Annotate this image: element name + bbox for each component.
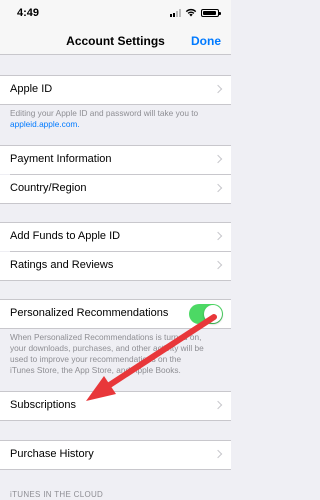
- ratings-and-reviews-row[interactable]: Ratings and Reviews: [0, 252, 231, 280]
- add-funds-label: Add Funds to Apple ID: [10, 230, 121, 242]
- purchase-history-label: Purchase History: [10, 448, 94, 460]
- personalized-footnote-line: When Personalized Recommendations is tur…: [10, 332, 202, 342]
- navigation-bar: Account Settings Done: [0, 28, 231, 55]
- chevron-right-icon: [213, 84, 223, 94]
- personalized-footnote-line: your downloads, purchases, and other act…: [10, 343, 204, 353]
- appleid-link[interactable]: appleid.apple.com.: [10, 119, 80, 129]
- payment-information-label: Payment Information: [10, 153, 112, 165]
- ratings-and-reviews-label: Ratings and Reviews: [10, 259, 114, 271]
- chevron-right-icon: [213, 400, 223, 410]
- done-button[interactable]: Done: [191, 34, 221, 48]
- chevron-right-icon: [213, 449, 223, 459]
- personalized-footnote-line: iTunes Store, the App Store, and Apple B…: [10, 365, 181, 375]
- subscriptions-label: Subscriptions: [10, 399, 77, 411]
- section-header-itunes-in-the-cloud: iTUNES IN THE CLOUD: [10, 490, 104, 499]
- personalized-footnote: When Personalized Recommendations is tur…: [10, 332, 225, 376]
- purchase-history-row[interactable]: Purchase History: [0, 441, 231, 469]
- add-funds-row[interactable]: Add Funds to Apple ID: [0, 223, 231, 251]
- personalized-footnote-line: used to improve your recommendations on …: [10, 354, 182, 364]
- country-region-row[interactable]: Country/Region: [0, 175, 231, 203]
- divider: [0, 104, 231, 105]
- personalized-recommendations-toggle[interactable]: [189, 304, 223, 324]
- personalized-recommendations-label: Personalized Recommendations: [10, 307, 169, 319]
- chevron-right-icon: [213, 154, 223, 164]
- apple-id-row[interactable]: Apple ID: [0, 76, 231, 104]
- cellular-signal-icon: [170, 8, 181, 17]
- personalized-recommendations-row: Personalized Recommendations: [0, 300, 231, 328]
- divider: [0, 469, 231, 470]
- divider: [0, 328, 231, 329]
- divider: [0, 420, 231, 421]
- divider: [0, 280, 231, 281]
- wifi-icon: [185, 8, 197, 17]
- chevron-right-icon: [213, 231, 223, 241]
- status-icons: [170, 8, 221, 17]
- apple-id-footnote-text: Editing your Apple ID and password will …: [10, 108, 199, 118]
- status-bar: 4:49: [0, 0, 231, 28]
- divider: [0, 203, 231, 204]
- chevron-right-icon: [213, 183, 223, 193]
- subscriptions-row[interactable]: Subscriptions: [0, 392, 231, 420]
- apple-id-label: Apple ID: [10, 83, 53, 95]
- country-region-label: Country/Region: [10, 182, 87, 194]
- toggle-knob: [204, 305, 222, 323]
- battery-icon: [201, 8, 221, 17]
- chevron-right-icon: [213, 260, 223, 270]
- apple-id-footnote: Editing your Apple ID and password will …: [10, 108, 225, 130]
- payment-information-row[interactable]: Payment Information: [0, 146, 231, 174]
- status-time: 4:49: [17, 7, 40, 19]
